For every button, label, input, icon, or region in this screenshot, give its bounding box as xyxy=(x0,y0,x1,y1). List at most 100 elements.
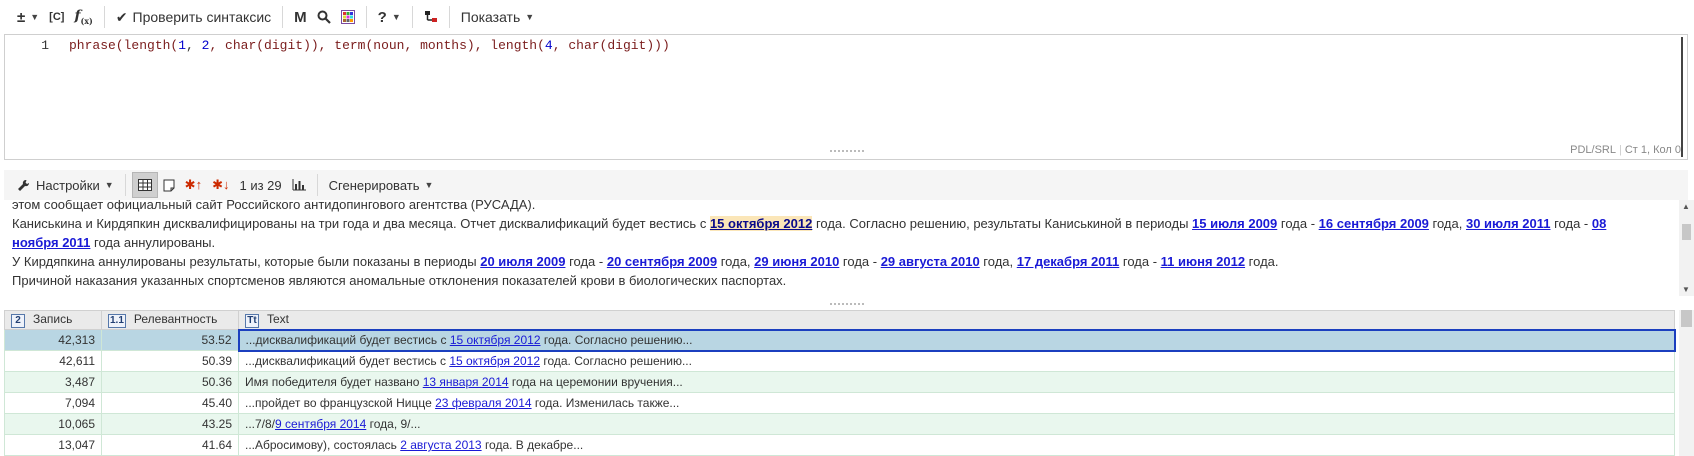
decimal-type-icon: 1.1 xyxy=(108,314,126,328)
column-header-record[interactable]: 2 Запись xyxy=(4,310,102,330)
date-link[interactable]: 13 января 2014 xyxy=(423,375,509,389)
preview-line: У Кирдяпкина аннулированы результаты, ко… xyxy=(12,254,1279,269)
chevron-down-icon: ▼ xyxy=(104,180,114,190)
chart-button[interactable] xyxy=(287,172,311,198)
column-header-text[interactable]: Tt Text xyxy=(238,310,1675,330)
bar-chart-icon xyxy=(292,179,306,191)
help-dropdown-button[interactable]: ? ▼ xyxy=(373,4,406,30)
check-syntax-button[interactable]: ✔ Проверить синтаксис xyxy=(111,4,276,30)
question-icon: ? xyxy=(377,8,387,26)
code-line[interactable]: phrase(length(1, 2, char(digit)), term(n… xyxy=(69,36,670,56)
scroll-up-arrow-icon[interactable]: ▲ xyxy=(1682,202,1690,211)
chevron-down-icon: ▼ xyxy=(525,12,535,22)
date-link[interactable]: 2 августа 2013 xyxy=(400,438,481,452)
cell-relevance: 50.36 xyxy=(101,371,239,393)
caps-button[interactable]: [C] xyxy=(44,4,69,30)
scroll-thumb[interactable] xyxy=(1681,310,1692,327)
m-icon: M xyxy=(294,8,307,26)
column-header-relevance[interactable]: 1.1 Релевантность xyxy=(101,310,239,330)
date-link[interactable]: 15 июля 2009 xyxy=(1192,216,1277,231)
main-toolbar: ± ▼ [C] f(x) ✔ Проверить синтаксис M ? ▼ xyxy=(0,0,1694,34)
cell-text: ...дисквалификаций будет вестись с 15 ок… xyxy=(238,350,1675,372)
cell-record: 42,611 xyxy=(4,350,102,372)
table-icon xyxy=(137,179,152,191)
date-link-highlighted[interactable]: 15 октября 2012 xyxy=(709,216,813,231)
table-row[interactable]: 10,065 43.25 ...7/8/9 сентября 2014 года… xyxy=(4,413,1675,435)
date-link[interactable]: 23 февраля 2014 xyxy=(435,396,531,410)
query-editor[interactable]: 1 phrase(length(1, 2, char(digit)), term… xyxy=(4,34,1688,160)
fx-icon: f(x) xyxy=(74,8,93,26)
cell-text: Имя победителя будет названо 13 января 2… xyxy=(238,371,1675,393)
date-link[interactable]: 20 июля 2009 xyxy=(480,254,565,269)
table-row[interactable]: 13,047 41.64 ...Абросимову), состоялась … xyxy=(4,434,1675,456)
cell-record: 13,047 xyxy=(4,434,102,456)
settings-dropdown-button[interactable]: Настройки ▼ xyxy=(12,172,119,198)
chevron-down-icon: ▼ xyxy=(391,12,401,22)
cell-text: ...дисквалификаций будет вестись с 15 ок… xyxy=(237,328,1676,352)
table-row[interactable]: 3,487 50.36 Имя победителя будет названо… xyxy=(4,371,1675,393)
text-preview: этом сообщает официальный сайт Российско… xyxy=(4,200,1688,300)
results-grid: 2 Запись 1.1 Релевантность Tt Text 42,313 5… xyxy=(4,310,1688,456)
splitter-handle[interactable] xyxy=(830,150,864,153)
preview-scrollbar[interactable]: ▲ ▼ xyxy=(1679,200,1694,296)
document-icon xyxy=(163,179,175,191)
cell-text: ...7/8/9 сентября 2014 года, 9/... xyxy=(238,413,1675,435)
status-language: PDL/SRL xyxy=(1570,144,1616,156)
preview-line: этом сообщает официальный сайт Российско… xyxy=(12,200,536,212)
date-link[interactable]: 16 сентября 2009 xyxy=(1319,216,1429,231)
preview-line: Каниськина и Кирдяпкин дисквалифицирован… xyxy=(12,216,1607,250)
line-number: 1 xyxy=(41,38,49,53)
toolbar-divider xyxy=(316,174,318,196)
cell-relevance: 41.64 xyxy=(101,434,239,456)
zoom-button[interactable] xyxy=(312,4,336,30)
preview-text: этом сообщает официальный сайт Российско… xyxy=(12,200,1652,290)
toolbar-divider xyxy=(103,6,105,28)
match-counter: 1 из 29 xyxy=(239,177,282,193)
show-label: Показать xyxy=(460,9,521,25)
table-row[interactable]: 42,313 53.52 ...дисквалификаций будет ве… xyxy=(4,328,1676,352)
checkmark-icon: ✔ xyxy=(115,8,128,25)
palette-button[interactable] xyxy=(336,4,360,30)
splitter-handle[interactable] xyxy=(830,303,864,306)
date-link[interactable]: 20 сентября 2009 xyxy=(607,254,717,269)
document-view-button[interactable] xyxy=(158,172,180,198)
table-row[interactable]: 7,094 45.40 ...пройдет во французской Ни… xyxy=(4,392,1675,414)
m-button[interactable]: M xyxy=(289,4,312,30)
scroll-thumb[interactable] xyxy=(1682,224,1691,240)
wrench-icon xyxy=(18,179,30,191)
date-link[interactable]: 30 июля 2011 xyxy=(1466,216,1551,231)
status-position: Ст 1, Кол 0 xyxy=(1624,144,1681,156)
grid-scrollbar[interactable] xyxy=(1679,310,1694,456)
cell-relevance: 50.39 xyxy=(101,350,239,372)
magnifier-icon xyxy=(317,10,331,24)
table-view-button[interactable] xyxy=(131,172,158,198)
next-match-button[interactable]: ✱↓ xyxy=(207,172,234,198)
date-link[interactable]: 29 июня 2010 xyxy=(754,254,839,269)
function-button[interactable]: f(x) xyxy=(69,4,97,30)
chevron-down-icon: ▼ xyxy=(424,180,434,190)
show-dropdown-button[interactable]: Показать ▼ xyxy=(456,4,539,30)
date-link[interactable]: 29 августа 2010 xyxy=(881,254,980,269)
date-link[interactable]: 17 декабря 2011 xyxy=(1017,254,1120,269)
grid-header-row: 2 Запись 1.1 Релевантность Tt Text xyxy=(4,310,1675,330)
table-row[interactable]: 42,611 50.39 ...дисквалификаций будет ве… xyxy=(4,350,1675,372)
cell-text: ...Абросимову), состоялась 2 августа 201… xyxy=(238,434,1675,456)
star-down-icon: ✱↓ xyxy=(212,177,230,192)
generate-dropdown-button[interactable]: Сгенерировать ▼ xyxy=(324,172,439,198)
plus-minus-icon: ± xyxy=(17,8,26,26)
bracket-c-icon: [C] xyxy=(49,11,65,23)
generate-label: Сгенерировать xyxy=(328,177,420,193)
cell-record: 10,065 xyxy=(4,413,102,435)
scroll-down-arrow-icon[interactable]: ▼ xyxy=(1682,285,1690,294)
tree-button[interactable] xyxy=(419,4,443,30)
date-link[interactable]: 11 июня 2012 xyxy=(1161,254,1245,269)
date-link[interactable]: 15 октября 2012 xyxy=(449,354,540,368)
date-link[interactable]: 15 октября 2012 xyxy=(450,333,541,347)
color-grid-icon xyxy=(340,10,355,24)
date-link[interactable]: 9 сентября 2014 xyxy=(275,417,366,431)
editor-scrollbar[interactable] xyxy=(1681,37,1683,157)
insert-dropdown-button[interactable]: ± ▼ xyxy=(12,4,44,30)
preview-line: Причиной наказания указанных спортсменов… xyxy=(12,273,787,288)
prev-match-button[interactable]: ✱↑ xyxy=(180,172,207,198)
tree-structure-icon xyxy=(424,11,437,22)
